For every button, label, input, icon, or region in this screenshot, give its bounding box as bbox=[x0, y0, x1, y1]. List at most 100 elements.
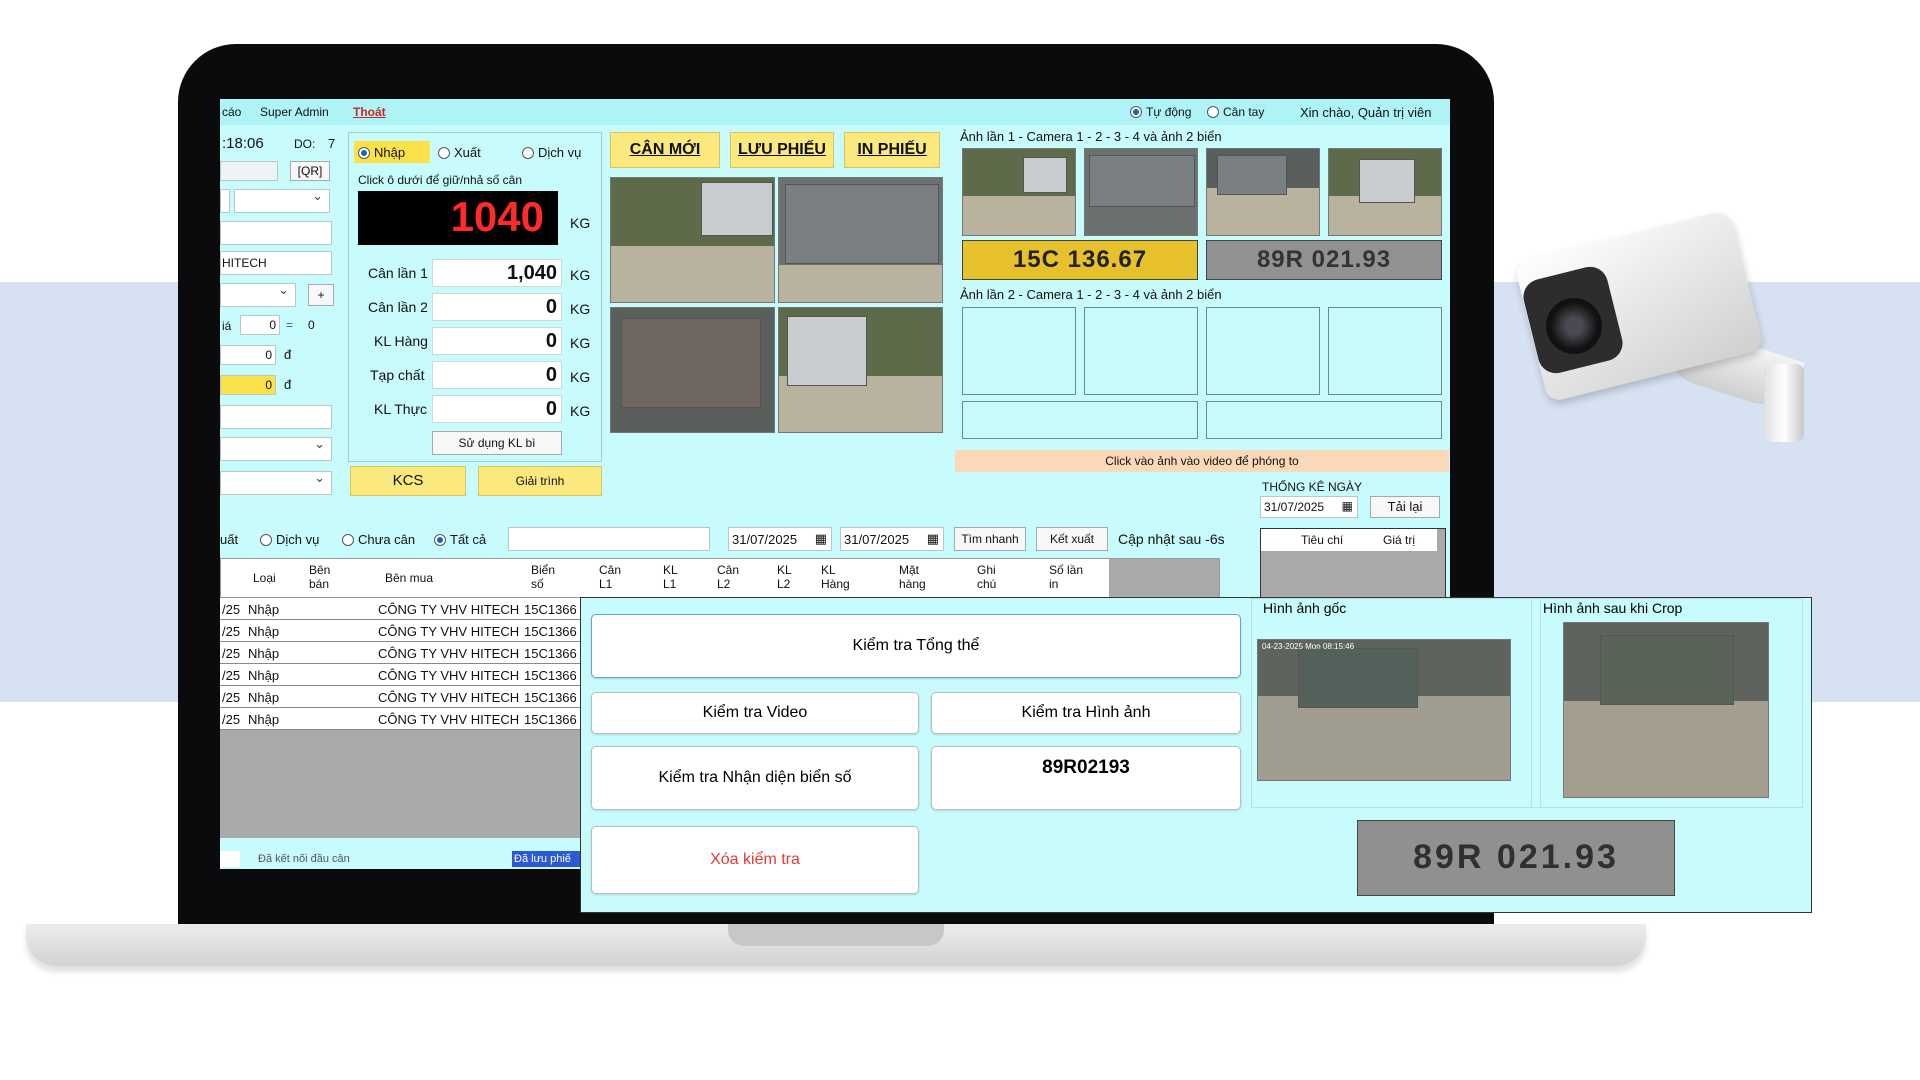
weight-display[interactable]: 1040 bbox=[358, 191, 558, 245]
export-button[interactable]: Kết xuất bbox=[1036, 527, 1108, 551]
calendar-icon: ▦ bbox=[814, 531, 827, 546]
weigh-row-value[interactable]: 0 bbox=[432, 395, 562, 423]
weigh-row-value[interactable]: 0 bbox=[432, 361, 562, 389]
weigh-row-unit: KG bbox=[570, 335, 591, 351]
col-header: KL L1 bbox=[663, 563, 678, 591]
table-row[interactable]: /25 Nhập CÔNG TY VHV HITECH 15C1366 bbox=[220, 708, 580, 730]
menu-report[interactable]: cáo bbox=[222, 105, 241, 119]
camera-feed-4[interactable] bbox=[778, 307, 943, 433]
qr-button[interactable]: [QR] bbox=[290, 161, 330, 181]
cropped-image[interactable] bbox=[1563, 622, 1769, 798]
col-header: Số lần in bbox=[1049, 563, 1084, 591]
weigh-row-label: KL Hàng bbox=[374, 333, 428, 349]
truck-shape bbox=[1217, 155, 1287, 195]
plate-image-1[interactable]: 15C 136.67 bbox=[962, 240, 1198, 280]
thumb-lap2-3[interactable] bbox=[1206, 307, 1320, 395]
check-video-button[interactable]: Kiểm tra Video bbox=[591, 692, 919, 734]
plate-slot-lap2-2[interactable] bbox=[1206, 401, 1442, 439]
col-header: Ghi chú bbox=[977, 563, 997, 591]
table-row[interactable]: /25 Nhập CÔNG TY VHV HITECH 15C1366 bbox=[220, 664, 580, 686]
money-field-2[interactable]: 0 bbox=[220, 375, 276, 395]
filter-not-weighed[interactable]: Chưa cân bbox=[342, 532, 415, 547]
crop-image-label: Hình ảnh sau khi Crop bbox=[1543, 600, 1683, 616]
weigh-row-value[interactable]: 0 bbox=[432, 293, 562, 321]
weigh-row-value[interactable]: 1,040 bbox=[432, 259, 562, 287]
menu-exit[interactable]: Thoát bbox=[353, 105, 386, 119]
col-header: Mặt hàng bbox=[899, 563, 926, 591]
kcs-button[interactable]: KCS bbox=[350, 466, 466, 496]
mode-manual-radio[interactable]: Cân tay bbox=[1207, 105, 1264, 119]
thumb-lap2-4[interactable] bbox=[1328, 307, 1442, 395]
filter-export[interactable]: uất bbox=[220, 532, 238, 547]
thumb-lap2-1[interactable] bbox=[962, 307, 1076, 395]
date-from-picker[interactable]: 31/07/2025 ▦ bbox=[728, 527, 832, 551]
left-select-2[interactable] bbox=[234, 188, 330, 213]
left-field-2[interactable] bbox=[220, 221, 332, 245]
radio-service[interactable]: Dịch vụ bbox=[522, 145, 581, 160]
col-header: Cân L2 bbox=[717, 563, 740, 591]
left-field-1[interactable] bbox=[220, 161, 278, 181]
menu-bar: cáo Super Admin Thoát Tự động Cân tay Xi… bbox=[220, 99, 1450, 125]
table-row[interactable]: /25 Nhập CÔNG TY VHV HITECH 15C1366 bbox=[220, 642, 580, 664]
stats-col-criteria: Tiêu chí bbox=[1301, 533, 1344, 547]
left-select-5[interactable] bbox=[220, 470, 332, 495]
quick-search-button[interactable]: Tìm nhanh bbox=[954, 527, 1026, 551]
zoom-hint-bar: Click vào ảnh vào video để phóng to bbox=[955, 450, 1449, 472]
explain-button[interactable]: Giải trình bbox=[478, 466, 602, 496]
filter-service[interactable]: Dịch vụ bbox=[260, 532, 319, 547]
do-value: 7 bbox=[328, 136, 336, 151]
mode-auto-radio[interactable]: Tự động bbox=[1130, 105, 1191, 119]
money-field-1[interactable]: 0 bbox=[220, 345, 276, 365]
radio-export[interactable]: Xuất bbox=[438, 145, 481, 160]
thumb-lap1-3[interactable] bbox=[1206, 148, 1320, 236]
stats-date-picker[interactable]: 31/07/2025 ▦ bbox=[1260, 496, 1358, 518]
menu-user[interactable]: Super Admin bbox=[260, 105, 329, 119]
original-image[interactable]: 04-23-2025 Mon 08:15:46 bbox=[1257, 639, 1511, 781]
truck-shape bbox=[1600, 635, 1734, 705]
radio-import[interactable]: Nhập bbox=[354, 141, 430, 163]
company-field[interactable]: HITECH bbox=[220, 251, 332, 275]
clear-check-button[interactable]: Xóa kiểm tra bbox=[591, 826, 919, 894]
price-field[interactable]: 0 bbox=[240, 315, 280, 335]
check-all-button[interactable]: Kiểm tra Tổng thể bbox=[591, 614, 1241, 678]
camera-feed-1[interactable] bbox=[610, 177, 775, 303]
check-plate-button[interactable]: Kiểm tra Nhận diện biển số bbox=[591, 746, 919, 810]
weigh-row-value[interactable]: 0 bbox=[432, 327, 562, 355]
filter-search-input[interactable] bbox=[508, 527, 710, 551]
cropped-plate-image[interactable]: 89R 021.93 bbox=[1357, 820, 1675, 896]
plate-image-2[interactable]: 89R 021.93 bbox=[1206, 240, 1442, 280]
col-header: Bên bán bbox=[309, 563, 331, 591]
filter-all[interactable]: Tất cả bbox=[434, 532, 486, 547]
weigh-row-label: Cân lần 2 bbox=[368, 299, 428, 315]
save-ticket-button[interactable]: LƯU PHIẾU bbox=[730, 132, 834, 168]
new-weigh-button[interactable]: CÂN MỚI bbox=[610, 132, 720, 168]
equals-value: 0 bbox=[308, 318, 315, 332]
print-ticket-button[interactable]: IN PHIẾU bbox=[844, 132, 940, 168]
reload-button[interactable]: Tải lại bbox=[1370, 496, 1440, 518]
table-row[interactable]: /25 Nhập CÔNG TY VHV HITECH 15C1366 bbox=[220, 620, 580, 642]
radio-icon bbox=[522, 147, 534, 159]
col-header: Cân L1 bbox=[599, 563, 622, 591]
stats-table-header: Tiêu chí Giá trị bbox=[1261, 529, 1437, 551]
thumb-lap2-2[interactable] bbox=[1084, 307, 1198, 395]
plate-slot-lap2-1[interactable] bbox=[962, 401, 1198, 439]
left-select-1[interactable] bbox=[220, 188, 230, 213]
left-select-3[interactable] bbox=[220, 282, 296, 307]
table-row[interactable]: /25 Nhập CÔNG TY VHV HITECH 15C1366 bbox=[220, 598, 580, 620]
thumb-lap1-2[interactable] bbox=[1084, 148, 1198, 236]
add-button[interactable]: + bbox=[308, 284, 334, 306]
check-image-button[interactable]: Kiểm tra Hình ảnh bbox=[931, 692, 1241, 734]
col-header: KL L2 bbox=[777, 563, 792, 591]
table-row[interactable]: /25 Nhập CÔNG TY VHV HITECH 15C1366 bbox=[220, 686, 580, 708]
camera-feed-2[interactable] bbox=[778, 177, 943, 303]
use-tare-button[interactable]: Sử dụng KL bì bbox=[432, 431, 562, 455]
thumb-lap1-4[interactable] bbox=[1328, 148, 1442, 236]
do-label: DO: bbox=[294, 137, 316, 151]
camera-feed-3[interactable] bbox=[610, 307, 775, 433]
weigh-row-unit: KG bbox=[570, 301, 591, 317]
thumb-lap1-1[interactable] bbox=[962, 148, 1076, 236]
original-image-label: Hình ảnh gốc bbox=[1263, 600, 1347, 616]
left-select-4[interactable] bbox=[220, 436, 332, 461]
left-field-3[interactable] bbox=[220, 405, 332, 429]
date-to-picker[interactable]: 31/07/2025 ▦ bbox=[840, 527, 944, 551]
